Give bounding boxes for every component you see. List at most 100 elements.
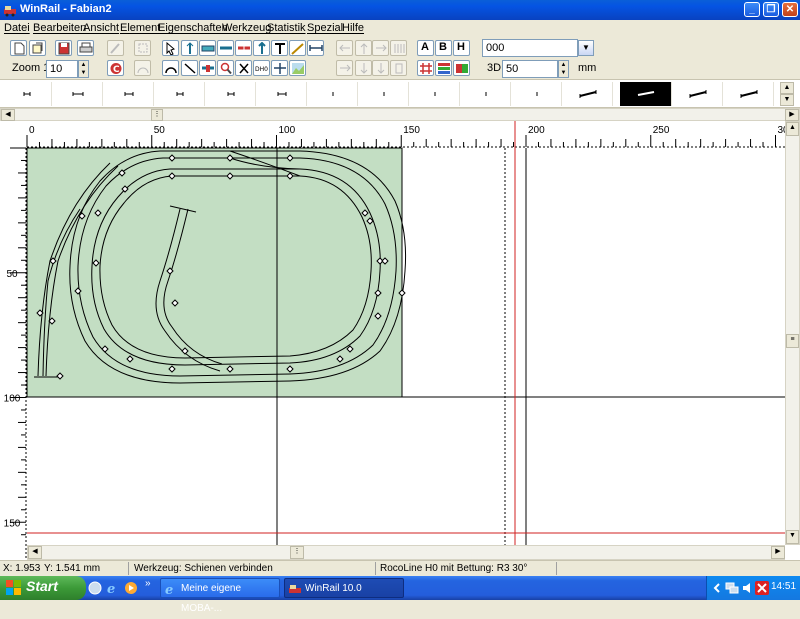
layout-canvas[interactable]: 050100150200250300 50100150 [0,121,800,561]
terrain-tool-button[interactable] [289,60,306,76]
layer-dropdown-button[interactable]: ▼ [578,40,594,56]
track-piece[interactable] [724,82,774,106]
menu-hilfe[interactable]: Hilfe [342,22,364,34]
grid-bars-button[interactable] [390,40,407,56]
palette-scroll-left-button[interactable]: ◀ [1,109,15,121]
track-piece[interactable] [2,82,52,106]
canvas-vscrollbar[interactable]: ▲ ≡ ▼ [785,121,800,545]
canvas-scroll-down-button[interactable]: ▼ [786,530,799,544]
track-piece[interactable] [308,82,358,106]
slope-tool-button[interactable] [289,40,306,56]
save-button[interactable] [55,40,72,56]
arrow-up-button[interactable] [355,40,372,56]
track-piece[interactable] [563,82,613,106]
dimension-button[interactable]: DH0 [253,60,270,76]
canvas-hscroll-thumb[interactable]: ⋮ [290,546,304,559]
canvas-vscroll-thumb[interactable]: ≡ [786,334,799,348]
palette-scroll-right-button[interactable]: ▶ [785,109,799,121]
menu-eigenschaften[interactable]: Eigenschaften [158,22,228,34]
open-file-button[interactable] [29,40,46,56]
cut-tool-button[interactable] [235,60,252,76]
arrow-right-gray-button[interactable] [336,60,353,76]
select-tool-button[interactable] [162,40,179,56]
network-icon[interactable] [725,581,739,595]
track-piece-selected[interactable] [620,82,672,106]
track-piece[interactable] [461,82,511,106]
taskbar-item-winrail[interactable]: WinRail 10.0 [284,578,404,598]
zoom-spinner[interactable]: ▲ ▼ [78,60,89,78]
select-frame-button[interactable] [134,40,151,56]
zoom-input[interactable]: 10 [46,60,78,78]
menu-ansicht[interactable]: Ansicht [83,22,119,34]
canvas-hscrollbar[interactable]: ◀ ⋮ ▶ [27,545,785,560]
track-piece[interactable] [673,82,723,106]
palette-scroll-thumb[interactable]: ⋮ [151,109,163,121]
threed-spinner[interactable]: ▲ ▼ [558,60,569,78]
internet-explorer-icon[interactable]: e [106,581,120,595]
menu-werkzeug[interactable]: Werkzeug [222,22,271,34]
canvas-scroll-up-button[interactable]: ▲ [786,122,799,136]
tray-arrow-icon[interactable] [711,581,723,595]
baseboard[interactable] [26,147,403,398]
track-piece[interactable] [206,82,256,106]
move-tool-button[interactable] [271,60,288,76]
move-up-button[interactable] [253,40,270,56]
edit-button[interactable] [107,40,124,56]
canvas-scroll-right-button[interactable]: ▶ [771,546,785,559]
text-b-button[interactable]: B [435,40,452,56]
title-bar[interactable]: WinRail - Fabian2 _ ❐ ✕ [0,0,800,20]
show-desktop-icon[interactable] [88,581,102,595]
zoom-tool-button[interactable] [217,60,234,76]
antivirus-icon[interactable] [755,581,769,595]
measure-tool-button[interactable] [307,40,324,56]
color-button[interactable] [453,60,470,76]
join-track-button[interactable] [217,40,234,56]
connect-track-button[interactable] [199,40,216,56]
layer-select[interactable]: 000 [482,39,578,57]
canvas-scroll-left-button[interactable]: ◀ [28,546,42,559]
menu-datei[interactable]: Datei [4,22,30,34]
split-track-button[interactable] [235,40,252,56]
new-file-button[interactable] [10,40,27,56]
straight-track-button[interactable] [181,40,198,56]
close-button[interactable]: ✕ [782,2,798,17]
arc-button[interactable] [134,60,151,76]
menu-statistik[interactable]: Statistik [267,22,306,34]
quicklaunch-overflow[interactable]: » [145,578,151,589]
track-piece[interactable] [410,82,460,106]
track-piece[interactable] [155,82,205,106]
curve-tool-button[interactable] [162,60,179,76]
menu-spezial[interactable]: Spezial [307,22,343,34]
minimize-button[interactable]: _ [744,2,760,17]
maximize-button[interactable]: ❐ [763,2,779,17]
palette-hscrollbar[interactable]: ◀ ⋮ ▶ [0,108,800,121]
threed-input[interactable]: 50 [502,60,558,78]
print-button[interactable] [77,40,94,56]
palette-scroll-down-button[interactable]: ▼ [780,94,794,106]
arrow-right-button[interactable] [372,40,389,56]
line-tool-button[interactable] [181,60,198,76]
stack-button[interactable] [390,60,407,76]
media-player-icon[interactable] [124,581,138,595]
track-plan[interactable]: 050100150200250300 50100150 [0,121,800,561]
track-piece[interactable] [512,82,562,106]
palette-scroll-up-button[interactable]: ▲ [780,82,794,94]
grid-button[interactable] [417,60,434,76]
track-piece[interactable] [257,82,307,106]
text-a-button[interactable]: A [417,40,434,56]
track-piece[interactable] [359,82,409,106]
arrow-down-button[interactable] [355,60,372,76]
text-tool-button[interactable] [271,40,288,56]
arrow-left-button[interactable] [336,40,353,56]
arrow-down2-button[interactable] [372,60,389,76]
taskbar-item-browser[interactable]: e Meine eigene MOBA-... [160,578,280,614]
volume-icon[interactable] [741,581,755,595]
turnout-button[interactable] [199,60,216,76]
track-piece[interactable] [104,82,154,106]
menu-bearbeiten[interactable]: Bearbeiten [33,22,86,34]
menu-element[interactable]: Element [120,22,160,34]
copyright-button[interactable]: C [107,60,124,76]
start-button[interactable]: Start [0,576,86,600]
track-piece[interactable] [53,82,103,106]
text-h-button[interactable]: H [453,40,470,56]
